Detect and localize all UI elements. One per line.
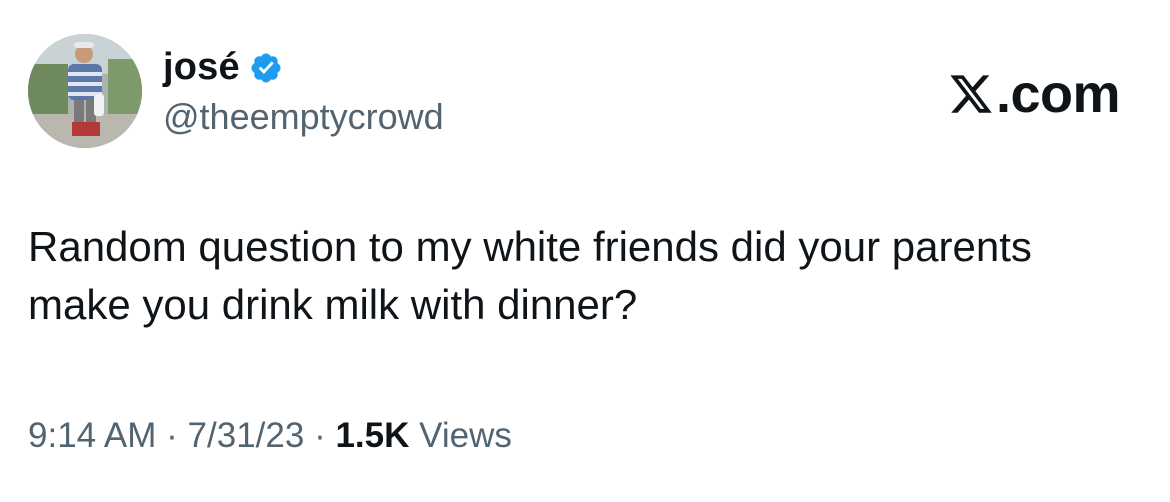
x-logo-icon — [950, 75, 992, 113]
meta-separator: · — [166, 416, 178, 455]
views-label: Views — [419, 416, 512, 455]
tweet-time[interactable]: 9:14 AM — [28, 416, 156, 455]
avatar-photo — [28, 34, 142, 148]
tweet-text: Random question to my white friends did … — [28, 223, 1032, 328]
verified-badge-icon — [251, 53, 281, 83]
views-count: 1.5K — [335, 416, 410, 455]
author-name-row: josé — [163, 44, 283, 90]
brand-watermark: .com — [948, 64, 1121, 124]
brand-label: .com — [995, 64, 1121, 124]
author-handle[interactable]: @theemptycrowd — [163, 95, 444, 139]
avatar[interactable] — [28, 34, 142, 148]
tweet-date[interactable]: 7/31/23 — [188, 416, 305, 455]
tweet-card: josé @theemptycrowd .com Random question… — [0, 0, 1170, 502]
display-name[interactable]: josé — [163, 44, 240, 90]
meta-separator: · — [314, 416, 326, 455]
tweet-meta: 9:14 AM · 7/31/23 · 1.5K Views — [28, 413, 512, 459]
